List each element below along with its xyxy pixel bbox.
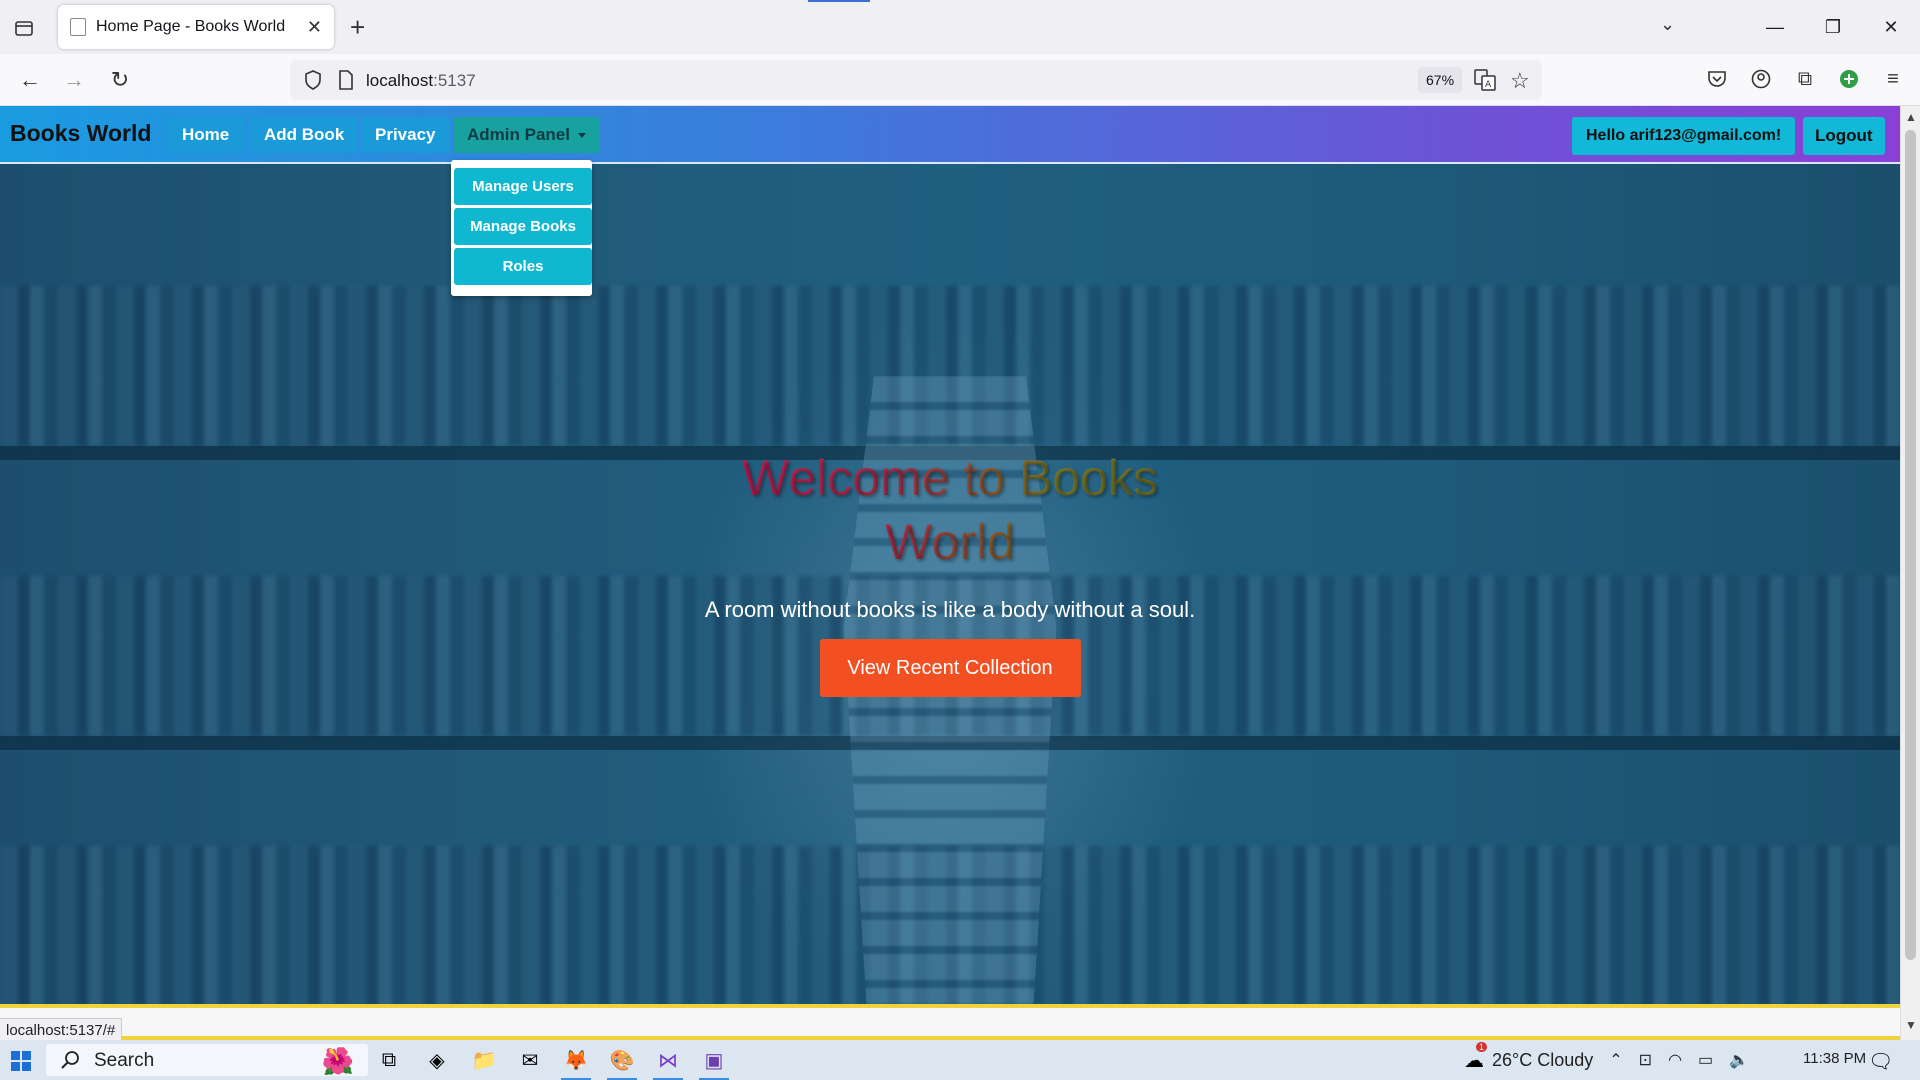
forward-arrow-icon[interactable]: → <box>60 66 88 94</box>
translate-icon[interactable]: A <box>1474 69 1496 96</box>
menu-item-manage-users[interactable]: Manage Users <box>454 168 592 205</box>
admin-panel-label: Admin Panel <box>467 125 570 144</box>
firefox-icon[interactable]: 🦊 <box>561 1046 591 1074</box>
tray-expand-icon[interactable]: ⌃ <box>1609 1050 1622 1070</box>
search-highlight-icon: 🌺 <box>321 1046 354 1076</box>
window-controls: — ❐ ✕ <box>1746 0 1920 54</box>
scroll-up-icon[interactable]: ▲ <box>1905 110 1917 124</box>
address-bar[interactable]: localhost:5137 67% A ☆ <box>290 60 1542 100</box>
admin-panel-menu: Manage Users Manage Books Roles <box>451 160 592 296</box>
windows-start-icon[interactable] <box>10 1050 32 1077</box>
menu-hamburger-icon[interactable]: ≡ <box>1880 66 1906 92</box>
bookmark-star-icon[interactable]: ☆ <box>1510 68 1530 94</box>
taskbar-search[interactable]: Search 🌺 <box>46 1044 368 1076</box>
caret-down-icon <box>577 133 586 139</box>
browser-extensions: ⧉ ≡ <box>1704 66 1906 92</box>
status-bar-url: localhost:5137/# <box>0 1018 123 1042</box>
extensions-icon[interactable]: ⧉ <box>1792 66 1818 92</box>
system-tray: ☁ 1 26°C Cloudy ⌃ ⊡ ◠ ▭ 🔈 <box>1464 1041 1749 1073</box>
meet-now-icon[interactable]: ⊡ <box>1639 1050 1652 1070</box>
mail-icon[interactable]: ✉ <box>515 1046 545 1074</box>
weather-cloud-icon[interactable]: ☁ 1 <box>1464 1041 1488 1073</box>
restore-icon[interactable]: ❐ <box>1804 0 1862 54</box>
account-icon[interactable] <box>1748 66 1774 92</box>
tab-list-icon[interactable] <box>10 14 38 42</box>
battery-icon[interactable]: ▭ <box>1698 1050 1713 1070</box>
menu-item-manage-books[interactable]: Manage Books <box>454 208 592 245</box>
page-info-icon[interactable] <box>338 70 354 95</box>
reload-icon[interactable]: ↻ <box>106 66 134 94</box>
user-greeting-button[interactable]: Hello arif123@gmail.com! <box>1572 117 1796 155</box>
page-viewport: Books World Home Add Book Privacy Admin … <box>0 106 1900 1004</box>
nav-home[interactable]: Home <box>168 117 244 153</box>
menu-item-roles[interactable]: Roles <box>454 248 592 285</box>
page-footer-strip <box>0 1004 1900 1040</box>
windows-taskbar: Search 🌺 ⧉ ◈ 📁 ✉ 🦊 🎨 ⋈ ▣ ☁ 1 26°C Cloudy … <box>0 1040 1920 1080</box>
visual-studio-icon[interactable]: ⋈ <box>653 1046 683 1074</box>
url-host: localhost <box>366 71 434 90</box>
tab-load-indicator <box>808 0 870 2</box>
taskbar-clock[interactable]: 11:38 PM <box>1803 1050 1866 1067</box>
hero-title: Welcome to Books World <box>700 446 1200 574</box>
scroll-down-icon[interactable]: ▼ <box>1905 1018 1917 1032</box>
browser-tab-bar: Home Page - Books World ✕ + ⌄ — ❐ ✕ <box>0 0 1920 54</box>
copilot-icon[interactable]: ◈ <box>422 1046 452 1074</box>
scrollbar-thumb[interactable] <box>1905 130 1916 960</box>
new-tab-icon[interactable]: + <box>350 12 365 42</box>
back-arrow-icon[interactable]: ← <box>16 66 44 94</box>
weather-text[interactable]: 26°C Cloudy <box>1492 1050 1593 1071</box>
url-text[interactable]: localhost:5137 <box>366 71 476 91</box>
search-icon <box>60 1050 80 1075</box>
dev-console-icon[interactable]: ▣ <box>699 1046 729 1074</box>
minimize-icon[interactable]: — <box>1746 0 1804 54</box>
admin-panel-dropdown-toggle[interactable]: Admin Panel <box>453 117 600 153</box>
task-view-icon[interactable]: ⧉ <box>374 1046 404 1074</box>
browser-tab-active[interactable]: Home Page - Books World ✕ <box>58 5 334 49</box>
weather-badge: 1 <box>1476 1041 1488 1052</box>
site-navbar: Books World Home Add Book Privacy Admin … <box>0 106 1900 164</box>
search-label: Search <box>94 1050 155 1071</box>
browser-toolbar: ← → ↻ localhost:5137 67% A ☆ ⧉ ≡ <box>0 54 1920 106</box>
brand-logo[interactable]: Books World <box>10 120 151 147</box>
page-favicon-icon <box>70 18 86 36</box>
hero-tagline: A room without books is like a body with… <box>704 597 1196 622</box>
hero-section: Welcome to Books World A room without bo… <box>700 446 1200 697</box>
notifications-icon[interactable]: 🗨 <box>1868 1049 1893 1074</box>
url-port: :5137 <box>433 71 476 90</box>
close-window-icon[interactable]: ✕ <box>1862 0 1920 54</box>
wifi-icon[interactable]: ◠ <box>1668 1050 1682 1070</box>
logout-button[interactable]: Logout <box>1803 117 1885 155</box>
pocket-icon[interactable] <box>1704 66 1730 92</box>
nav-add-book[interactable]: Add Book <box>250 117 359 153</box>
tab-title: Home Page - Books World <box>96 18 286 35</box>
nav-privacy[interactable]: Privacy <box>361 117 450 153</box>
vertical-scrollbar[interactable]: ▲ ▼ <box>1900 106 1920 1040</box>
view-recent-collection-button[interactable]: View Recent Collection <box>819 639 1081 697</box>
file-explorer-icon[interactable]: 📁 <box>469 1046 499 1074</box>
add-extension-icon[interactable] <box>1836 66 1862 92</box>
zoom-level-badge[interactable]: 67% <box>1418 67 1463 93</box>
svg-text:A: A <box>1485 80 1492 90</box>
shield-icon[interactable] <box>304 70 322 95</box>
chevron-down-icon[interactable]: ⌄ <box>1660 14 1675 35</box>
paint-icon[interactable]: 🎨 <box>607 1046 637 1074</box>
volume-icon[interactable]: 🔈 <box>1729 1050 1749 1070</box>
close-tab-icon[interactable]: ✕ <box>307 17 322 38</box>
